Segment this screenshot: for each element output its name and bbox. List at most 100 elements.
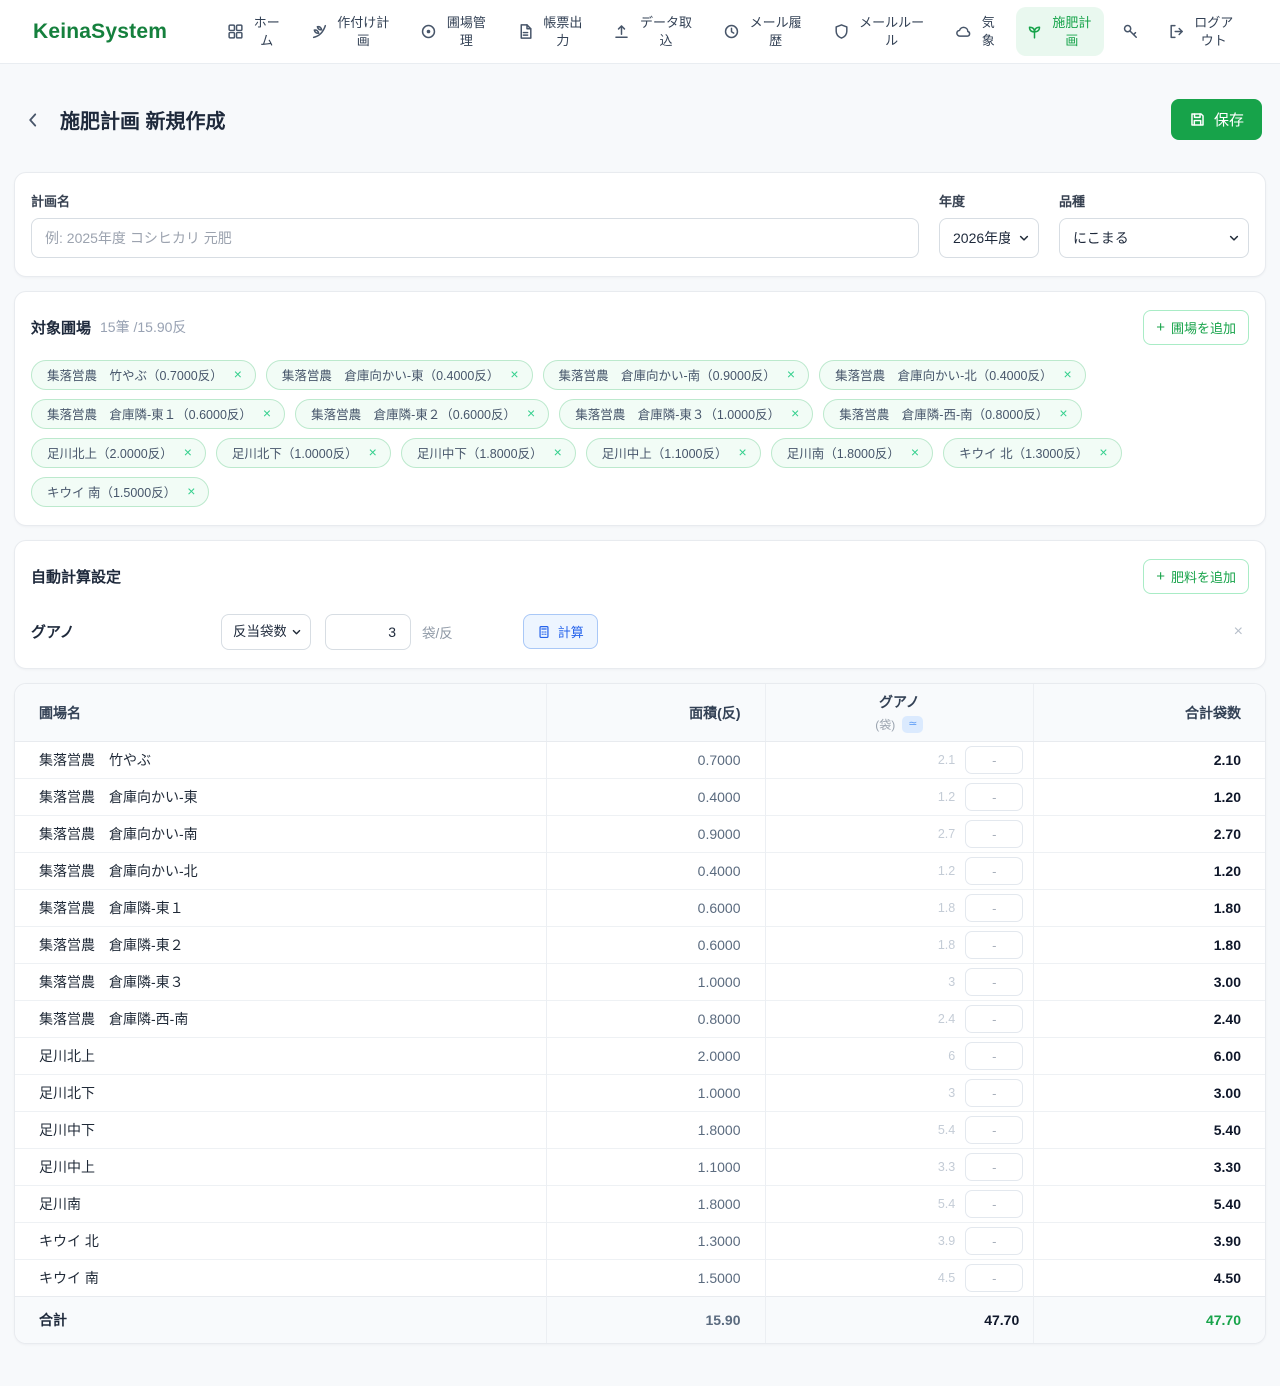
nav-item-home[interactable]: ホーム [217, 7, 292, 56]
bags-override-input[interactable] [965, 1042, 1023, 1070]
table-row: 足川南1.80005.45.40 [15, 1186, 1265, 1223]
bags-override-input[interactable] [965, 894, 1023, 922]
chip-remove-icon[interactable]: × [263, 406, 271, 420]
chip-remove-icon[interactable]: × [1099, 445, 1107, 459]
calc-mode-select[interactable]: 反当袋数 [221, 614, 311, 650]
nav-item-cropping-plan[interactable]: 作付け計画 [301, 7, 402, 56]
nav-item-logout[interactable]: ログアウト [1158, 7, 1246, 56]
bags-override-input[interactable] [965, 1153, 1023, 1181]
field-name-cell: 足川南 [15, 1186, 546, 1223]
field-chip-label: 足川中下（1.8000反） [417, 443, 543, 462]
chip-remove-icon[interactable]: × [1064, 367, 1072, 381]
chip-remove-icon[interactable]: × [791, 406, 799, 420]
add-fertilizer-button-label: 肥料を追加 [1171, 567, 1236, 586]
bags-override-input[interactable] [965, 1005, 1023, 1033]
add-field-button[interactable]: + 圃場を追加 [1143, 310, 1249, 345]
bags-override-input[interactable] [965, 1116, 1023, 1144]
fertilizer-cell: 2.7 [765, 816, 1034, 853]
nav-item-report-output[interactable]: 帳票出力 [507, 7, 595, 56]
area-cell: 0.4000 [546, 853, 765, 890]
chip-remove-icon[interactable]: × [1059, 406, 1067, 420]
total-bags-cell: 3.90 [1034, 1223, 1265, 1260]
nav-item-mail-history[interactable]: メール履歴 [713, 7, 814, 56]
bags-override-input[interactable] [965, 1227, 1023, 1255]
bags-override-input[interactable] [965, 783, 1023, 811]
grid-icon [227, 23, 244, 40]
variety-select[interactable]: にこまる [1059, 218, 1249, 258]
chip-remove-icon[interactable]: × [911, 445, 919, 459]
back-button[interactable] [18, 107, 48, 133]
remove-fertilizer-icon[interactable]: × [1228, 621, 1249, 643]
calculated-bags-value: 5.4 [938, 1197, 955, 1211]
nav-item-key[interactable] [1112, 16, 1149, 47]
nav-item-field-management[interactable]: 圃場管理 [410, 7, 498, 56]
table-row: 足川北下1.000033.00 [15, 1075, 1265, 1112]
fertilizer-cell: 5.4 [765, 1112, 1034, 1149]
calculated-bags-value: 1.2 [938, 864, 955, 878]
chip-remove-icon[interactable]: × [369, 445, 377, 459]
calculated-bags-value: 2.1 [938, 753, 955, 767]
nav-item-weather[interactable]: 気象 [945, 7, 1007, 56]
chip-remove-icon[interactable]: × [527, 406, 535, 420]
fertilizer-cell: 1.8 [765, 927, 1034, 964]
chip-remove-icon[interactable]: × [554, 445, 562, 459]
field-chip: 集落営農 竹やぶ（0.7000反）× [31, 360, 256, 390]
add-fertilizer-button[interactable]: + 肥料を追加 [1143, 559, 1249, 594]
area-cell: 0.7000 [546, 742, 765, 779]
area-cell: 1.3000 [546, 1223, 765, 1260]
chip-remove-icon[interactable]: × [510, 367, 518, 381]
fertilizer-column-unit: (袋) [875, 716, 895, 733]
footer-total-area: 15.90 [546, 1297, 765, 1344]
area-cell: 0.8000 [546, 1001, 765, 1038]
bags-per-tan-input[interactable] [325, 614, 411, 650]
nav-item-label: ホーム [251, 14, 282, 49]
target-fields-title: 対象圃場 [31, 317, 91, 338]
field-name-cell: 足川中下 [15, 1112, 546, 1149]
fertilizer-table-card: 圃場名 面積(反) グアノ (袋) ≃ 合計袋数 集落営農 竹やぶ0.70002… [14, 683, 1266, 1345]
bags-override-input[interactable] [965, 931, 1023, 959]
chip-remove-icon[interactable]: × [187, 484, 195, 498]
field-chip-label: 集落営農 倉庫隣-西-南（0.8000反） [839, 404, 1048, 423]
bags-override-input[interactable] [965, 1264, 1023, 1292]
area-cell: 1.1000 [546, 1149, 765, 1186]
field-name-cell: 集落営農 倉庫隣-東２ [15, 927, 546, 964]
field-chip-label: 足川中上（1.1000反） [602, 443, 728, 462]
field-chip-label: キウイ 北（1.3000反） [959, 443, 1088, 462]
total-bags-cell: 2.40 [1034, 1001, 1265, 1038]
plus-icon: + [1156, 569, 1165, 584]
bags-override-input[interactable] [965, 746, 1023, 774]
chip-remove-icon[interactable]: × [184, 445, 192, 459]
year-select[interactable]: 2026年度 [939, 218, 1039, 258]
nav-item-label: メール履歴 [747, 14, 804, 49]
chip-remove-icon[interactable]: × [787, 367, 795, 381]
chip-remove-icon[interactable]: × [739, 445, 747, 459]
fertilizer-cell: 2.4 [765, 1001, 1034, 1038]
area-cell: 0.9000 [546, 816, 765, 853]
area-cell: 1.8000 [546, 1112, 765, 1149]
total-bags-cell: 2.70 [1034, 816, 1265, 853]
fertilizer-cell: 1.2 [765, 779, 1034, 816]
field-chip: 集落営農 倉庫隣-西-南（0.8000反） × [823, 399, 1081, 429]
plan-name-input[interactable] [31, 218, 919, 258]
nav-item-data-import[interactable]: データ取込 [603, 7, 704, 56]
nav-item-mail-rules[interactable]: メールルール [823, 7, 937, 56]
field-chip: 集落営農 倉庫向かい-東（0.4000反）× [266, 360, 533, 390]
bags-override-input[interactable] [965, 820, 1023, 848]
field-chip: 足川中上（1.1000反） × [586, 438, 761, 468]
field-name-cell: 足川中上 [15, 1149, 546, 1186]
field-name-cell: 集落営農 倉庫隣-東３ [15, 964, 546, 1001]
approx-badge[interactable]: ≃ [902, 716, 923, 733]
bags-override-input[interactable] [965, 968, 1023, 996]
nav-item-fertilization-plan[interactable]: 施肥計画 [1016, 7, 1104, 56]
bags-override-input[interactable] [965, 1190, 1023, 1218]
table-row: 足川北上2.000066.00 [15, 1038, 1265, 1075]
field-name-cell: キウイ 南 [15, 1260, 546, 1297]
chip-remove-icon[interactable]: × [234, 367, 242, 381]
calculate-button[interactable]: 計算 [523, 614, 598, 649]
bags-override-input[interactable] [965, 1079, 1023, 1107]
fertilizer-cell: 1.8 [765, 890, 1034, 927]
bags-override-input[interactable] [965, 857, 1023, 885]
field-chip: 集落営農 倉庫向かい-南（0.9000反）× [543, 360, 810, 390]
save-button[interactable]: 保存 [1171, 99, 1262, 140]
table-row: 足川中下1.80005.45.40 [15, 1112, 1265, 1149]
